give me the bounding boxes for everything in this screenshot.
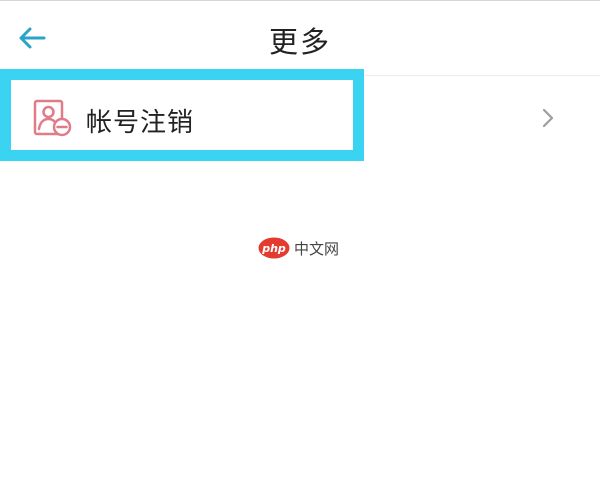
chevron-right-icon [542,108,554,128]
svg-text:php: php [261,242,286,255]
watermark-text: 中文网 [294,239,340,258]
account-cancel-row[interactable]: 帐号注销 [0,76,600,160]
screen: 更多 帐号注销 php 中文网 [0,0,600,498]
php-logo: php [258,237,290,259]
page-title: 更多 [268,25,331,59]
account-cancel-label: 帐号注销 [86,108,195,138]
app-header: 更多 [0,1,600,75]
watermark: php 中文网 [258,237,339,259]
account-remove-icon [33,99,72,137]
